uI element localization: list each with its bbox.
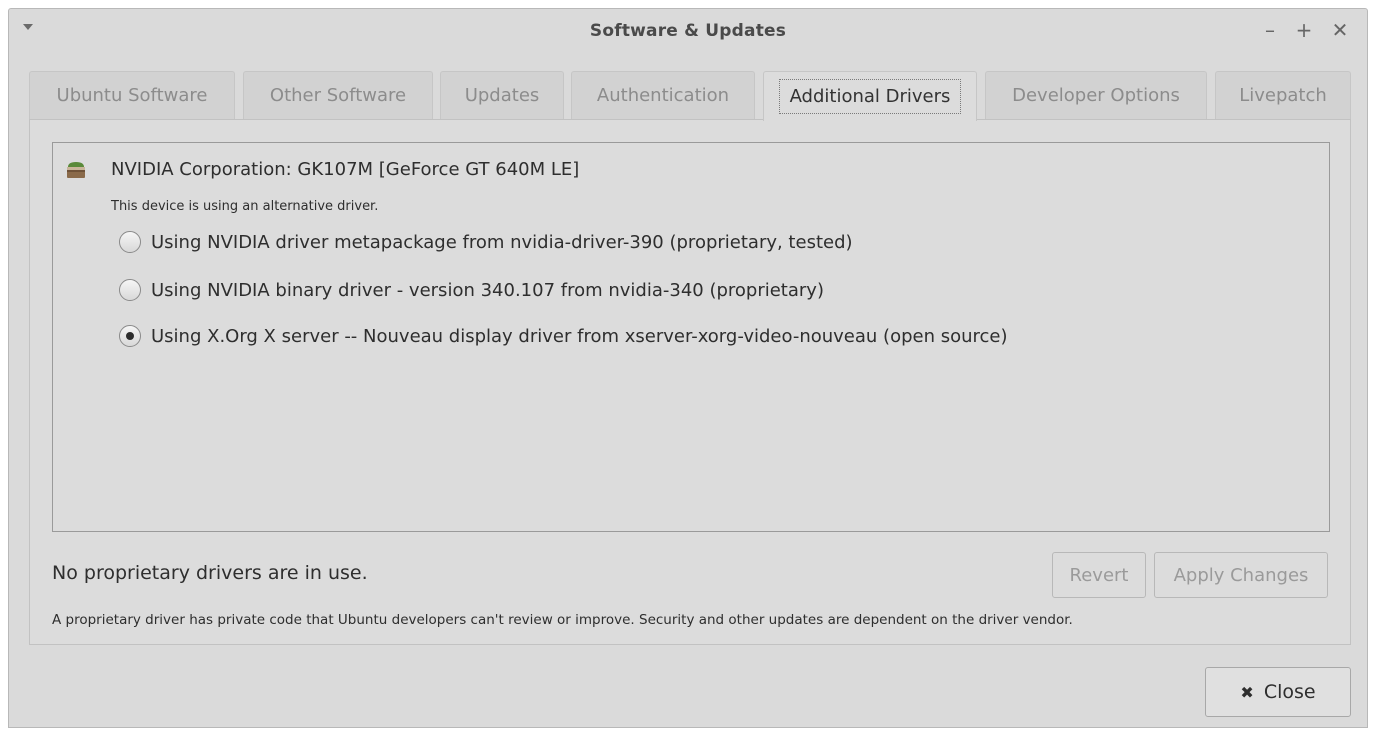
device-status: This device is using an alternative driv…	[111, 199, 379, 214]
driver-label: Using X.Org X server -- Nouveau display …	[151, 325, 1008, 347]
driver-label: Using NVIDIA binary driver - version 340…	[151, 279, 824, 301]
software-updates-window: Software & Updates – + ✕ Ubuntu Software…	[8, 8, 1368, 728]
title-bar: Software & Updates – + ✕	[9, 9, 1367, 55]
driver-option-nvidia-390[interactable]: Using NVIDIA driver metapackage from nvi…	[119, 231, 853, 253]
driver-label: Using NVIDIA driver metapackage from nvi…	[151, 231, 853, 253]
tab-ubuntu-software[interactable]: Ubuntu Software	[29, 71, 235, 119]
radio-button-selected[interactable]	[119, 325, 141, 347]
close-button[interactable]: ✖ Close	[1205, 667, 1351, 717]
tab-label: Ubuntu Software	[56, 85, 208, 106]
proprietary-driver-note: A proprietary driver has private code th…	[52, 612, 1073, 628]
maximize-button[interactable]: +	[1293, 19, 1315, 41]
device-list[interactable]: NVIDIA Corporation: GK107M [GeForce GT 6…	[52, 142, 1330, 532]
tab-developer-options[interactable]: Developer Options	[985, 71, 1207, 119]
driver-status-text: No proprietary drivers are in use.	[52, 562, 368, 584]
tab-livepatch[interactable]: Livepatch	[1215, 71, 1351, 119]
tab-label: Additional Drivers	[778, 79, 962, 114]
tab-authentication[interactable]: Authentication	[571, 71, 755, 119]
device-name: NVIDIA Corporation: GK107M [GeForce GT 6…	[111, 159, 580, 180]
revert-button[interactable]: Revert	[1052, 552, 1146, 598]
apply-changes-button[interactable]: Apply Changes	[1154, 552, 1328, 598]
tab-label: Other Software	[269, 85, 407, 106]
tab-updates[interactable]: Updates	[440, 71, 564, 119]
tab-label: Developer Options	[1012, 85, 1180, 106]
driver-option-nouveau[interactable]: Using X.Org X server -- Nouveau display …	[119, 325, 1008, 347]
driver-option-nvidia-340[interactable]: Using NVIDIA binary driver - version 340…	[119, 279, 824, 301]
radio-button[interactable]	[119, 279, 141, 301]
tab-bar: Ubuntu Software Other Software Updates A…	[29, 71, 1351, 121]
tab-additional-drivers[interactable]: Additional Drivers	[763, 71, 977, 121]
graphics-card-icon	[67, 162, 85, 178]
tab-label: Updates	[464, 85, 540, 106]
close-x-icon: ✖	[1240, 682, 1254, 702]
minimize-button[interactable]: –	[1259, 19, 1281, 41]
close-button-label: Close	[1263, 681, 1316, 703]
tab-label: Livepatch	[1239, 85, 1327, 106]
additional-drivers-panel: NVIDIA Corporation: GK107M [GeForce GT 6…	[29, 119, 1351, 645]
tab-label: Authentication	[596, 85, 730, 106]
close-window-button[interactable]: ✕	[1329, 19, 1351, 41]
window-title: Software & Updates	[589, 21, 787, 41]
tab-other-software[interactable]: Other Software	[243, 71, 433, 119]
radio-button[interactable]	[119, 231, 141, 253]
